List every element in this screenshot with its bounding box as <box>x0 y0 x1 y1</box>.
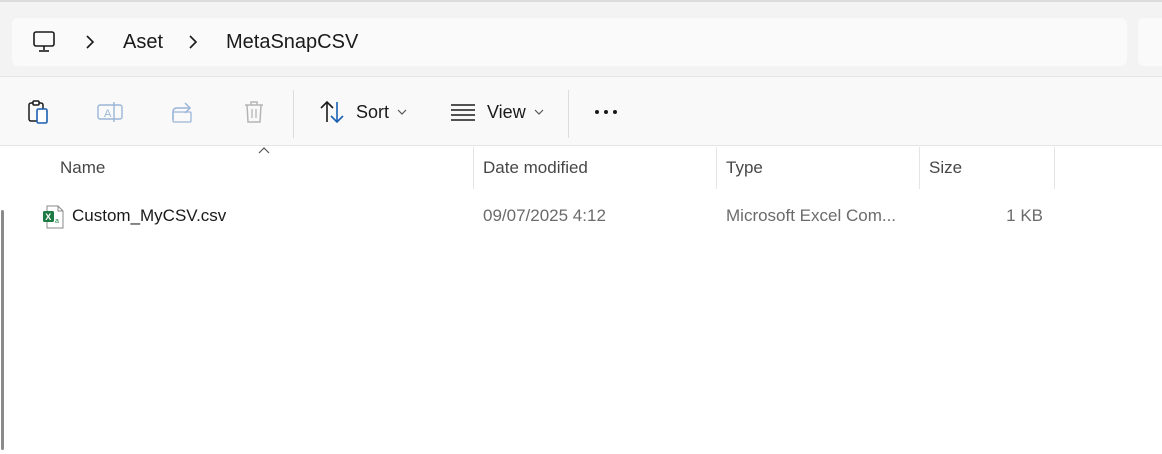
sort-label: Sort <box>356 101 390 122</box>
file-list: Name Date modified Type Size X a Custom_… <box>9 147 1162 454</box>
svg-text:A: A <box>104 108 112 120</box>
command-bar: A Sort View <box>0 76 1162 146</box>
more-horizontal-icon <box>595 110 617 114</box>
column-separator[interactable] <box>1054 147 1055 189</box>
chevron-right-icon[interactable] <box>185 32 201 52</box>
file-date-modified: 09/07/2025 4:12 <box>483 206 606 225</box>
column-header-type[interactable]: Type <box>726 147 763 189</box>
paste-button[interactable] <box>24 94 52 130</box>
paste-icon <box>28 100 48 124</box>
sort-ascending-icon <box>258 147 270 154</box>
toolbar-divider <box>293 90 294 138</box>
address-bar[interactable]: Aset MetaSnapCSV <box>12 18 1127 66</box>
breadcrumb-item-metasnapcsv[interactable]: MetaSnapCSV <box>226 31 358 54</box>
sort-icon <box>320 100 344 124</box>
view-button[interactable]: View <box>449 94 544 130</box>
file-name[interactable]: Custom_MyCSV.csv <box>72 206 226 226</box>
svg-text:a: a <box>55 218 59 225</box>
view-label: View <box>487 101 526 122</box>
more-options-button[interactable] <box>592 94 620 130</box>
rename-button[interactable]: A <box>96 94 124 130</box>
chevron-right-icon[interactable] <box>82 32 98 52</box>
table-row[interactable]: X a Custom_MyCSV.csv 09/07/2025 4:12 Mic… <box>9 197 1162 237</box>
excel-csv-icon: X a <box>43 205 64 229</box>
address-bar-area: Aset MetaSnapCSV <box>0 0 1162 76</box>
breadcrumb-item-aset[interactable]: Aset <box>123 31 163 54</box>
share-icon <box>172 102 192 123</box>
sort-button[interactable]: Sort <box>318 94 407 130</box>
column-separator[interactable] <box>716 147 717 189</box>
trash-icon <box>245 101 263 123</box>
search-box[interactable] <box>1138 18 1162 66</box>
toolbar-divider <box>568 90 569 138</box>
view-list-icon <box>451 104 475 121</box>
column-header-name[interactable]: Name <box>60 147 105 189</box>
column-header-size[interactable]: Size <box>929 147 962 189</box>
delete-button[interactable] <box>240 94 268 130</box>
column-separator[interactable] <box>473 147 474 189</box>
chevron-down-icon <box>534 109 544 115</box>
this-pc-icon[interactable] <box>31 29 57 55</box>
rename-icon: A <box>97 102 123 122</box>
share-button[interactable] <box>169 94 197 130</box>
navigation-pane-scrollbar[interactable] <box>1 210 4 450</box>
column-header-date-modified[interactable]: Date modified <box>483 147 588 189</box>
file-type: Microsoft Excel Com... <box>726 206 897 225</box>
column-separator[interactable] <box>919 147 920 189</box>
svg-text:X: X <box>45 212 51 222</box>
chevron-down-icon <box>397 109 407 115</box>
file-size: 1 KB <box>1006 206 1043 225</box>
